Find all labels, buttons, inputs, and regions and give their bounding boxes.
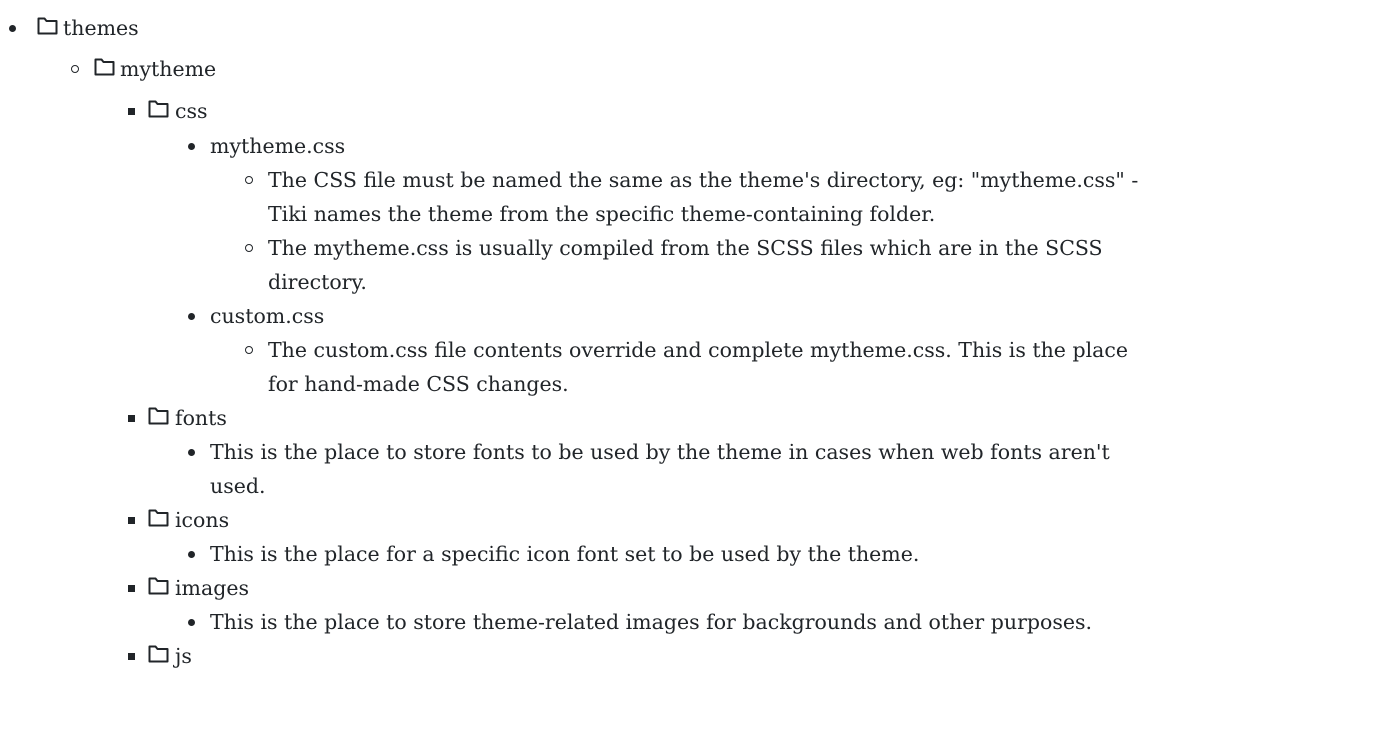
tree-item-js: js: [0, 640, 400, 672]
tree-item-themes: themes: [0, 12, 400, 44]
tree-note-continuation: directory.: [0, 266, 1399, 298]
note-text: Tiki names the theme from the specific t…: [268, 202, 936, 226]
note-text: This is the place to store theme-related…: [210, 610, 1093, 634]
folder-label: css: [175, 99, 208, 123]
bullet-disc: [188, 551, 195, 558]
tree-note-mytheme-css-compiled: The mytheme.css is usually compiled from…: [0, 232, 1399, 264]
tree-item-mytheme-css: mytheme.css: [0, 130, 600, 162]
folder-label: themes: [63, 16, 139, 40]
folder-icon: [37, 17, 58, 35]
note-text: The custom.css file contents override an…: [268, 338, 1128, 362]
bullet-disc: [188, 449, 195, 456]
bullet-square: [128, 585, 135, 592]
note-text: used.: [210, 474, 266, 498]
tree-note-continuation: for hand-made CSS changes.: [0, 368, 1399, 400]
folder-label: images: [175, 576, 249, 600]
note-text: directory.: [268, 270, 367, 294]
tree-item-css: css: [0, 95, 400, 127]
bullet-disc: [188, 313, 195, 320]
folder-label: mytheme: [120, 57, 217, 81]
note-text: The CSS file must be named the same as t…: [268, 168, 1139, 192]
bullet-circle: [71, 65, 79, 73]
folder-icon: [94, 58, 115, 76]
file-label: mytheme.css: [210, 134, 346, 158]
bullet-square: [128, 653, 135, 660]
tree-item-fonts: fonts: [0, 402, 400, 434]
tree-note-continuation: Tiki names the theme from the specific t…: [0, 198, 1399, 230]
note-text: for hand-made CSS changes.: [268, 372, 569, 396]
bullet-disc: [188, 619, 195, 626]
tree-note-fonts: This is the place to store fonts to be u…: [0, 436, 1399, 468]
bullet-disc: [9, 25, 16, 32]
tree-item-images: images: [0, 572, 400, 604]
file-label: custom.css: [210, 304, 325, 328]
bullet-circle: [245, 176, 253, 184]
tree-note-continuation: used.: [0, 470, 1399, 502]
folder-icon: [148, 645, 169, 663]
tree-note-custom-css: The custom.css file contents override an…: [0, 334, 1399, 366]
tree-item-icons: icons: [0, 504, 400, 536]
tree-item-mytheme: mytheme: [0, 53, 400, 85]
folder-icon: [148, 509, 169, 527]
folder-label: js: [175, 644, 192, 668]
bullet-circle: [245, 244, 253, 252]
folder-icon: [148, 577, 169, 595]
tree-note-icons: This is the place for a specific icon fo…: [0, 538, 1399, 570]
bullet-square: [128, 108, 135, 115]
folder-icon: [148, 407, 169, 425]
note-text: This is the place to store fonts to be u…: [210, 440, 1110, 464]
bullet-square: [128, 517, 135, 524]
note-text: The mytheme.css is usually compiled from…: [268, 236, 1103, 260]
bullet-circle: [245, 346, 253, 354]
tree-note-images: This is the place to store theme-related…: [0, 606, 1399, 638]
bullet-square: [128, 415, 135, 422]
tree-note-mytheme-css-naming: The CSS file must be named the same as t…: [0, 164, 1399, 196]
bullet-disc: [188, 143, 195, 150]
folder-label: icons: [175, 508, 230, 532]
note-text: This is the place for a specific icon fo…: [210, 542, 920, 566]
folder-icon: [148, 100, 169, 118]
tree-item-custom-css: custom.css: [0, 300, 600, 332]
folder-label: fonts: [175, 406, 227, 430]
